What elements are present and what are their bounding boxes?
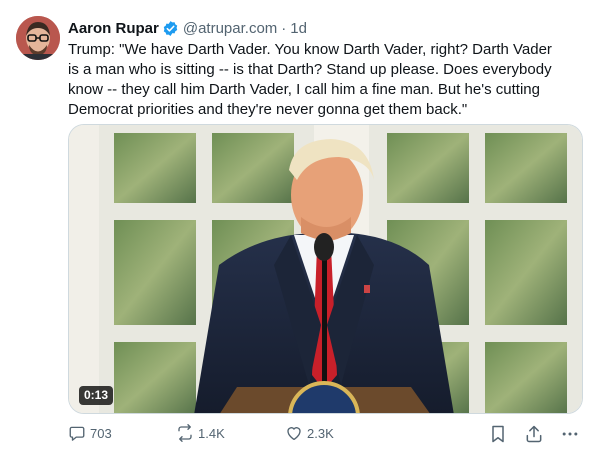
- verified-badge-icon: [162, 20, 179, 37]
- post-timestamp[interactable]: 1d: [290, 20, 307, 37]
- video-player[interactable]: 0:13: [68, 124, 583, 414]
- post-header: Aaron Rupar @atrupar.com · 1d: [68, 18, 307, 38]
- like-count: 2.3K: [307, 425, 334, 441]
- repost-icon: [178, 424, 192, 442]
- post-text: Trump: "We have Darth Vader. You know Da…: [68, 41, 552, 118]
- repost-button[interactable]: 1.4K: [176, 424, 225, 442]
- like-button[interactable]: 2.3K: [285, 424, 334, 442]
- reply-button[interactable]: 703: [68, 424, 112, 442]
- author-name[interactable]: Aaron Rupar: [68, 20, 159, 37]
- video-duration: 0:13: [79, 386, 114, 405]
- avatar-icon: [16, 16, 60, 60]
- more-button[interactable]: [560, 424, 580, 444]
- avatar[interactable]: [16, 16, 60, 60]
- video-frame: [69, 125, 582, 413]
- bookmark-icon: [492, 425, 504, 443]
- share-button[interactable]: [524, 424, 544, 444]
- author-handle[interactable]: @atrupar.com: [183, 20, 277, 37]
- post-actions: 703 1.4K 2.3K: [68, 424, 583, 444]
- reply-count: 703: [90, 425, 112, 441]
- header-separator: ·: [281, 19, 287, 37]
- reply-icon: [69, 426, 85, 441]
- bookmark-button[interactable]: [488, 424, 508, 444]
- more-icon: [562, 432, 578, 436]
- heart-icon: [287, 427, 301, 441]
- repost-count: 1.4K: [198, 425, 225, 441]
- share-icon: [526, 425, 542, 443]
